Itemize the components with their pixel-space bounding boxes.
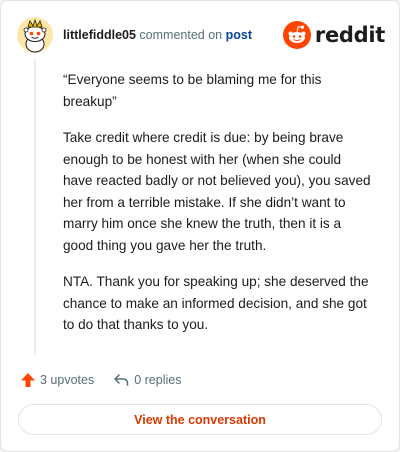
comment-paragraph: “Everyone seems to be blaming me for thi… [63,72,322,109]
snoo-avatar-icon [17,17,53,53]
comment-header: littlefiddle05 commented on post reddit [17,17,385,53]
byline-action: commented on [139,28,223,42]
reply-button[interactable]: 0 replies [112,371,181,389]
reddit-logo[interactable]: reddit [282,21,385,49]
reddit-logo-icon [282,21,311,49]
reddit-wordmark: reddit [314,23,385,47]
header-byline: littlefiddle05 commented on post [63,27,252,43]
comment-body: “Everyone seems to be blaming me for thi… [63,69,373,351]
comment-footer: 3 upvotes 0 replies [19,369,181,391]
username[interactable]: littlefiddle05 [63,28,136,42]
comment-paragraph: Take credit where credit is due: by bein… [63,130,371,253]
upvote-button[interactable]: 3 upvotes [19,371,94,389]
post-link[interactable]: post [226,28,252,42]
view-conversation-button[interactable]: View the conversation [18,404,382,435]
thread-line [34,59,36,355]
reply-count: 0 replies [134,373,182,387]
user-avatar[interactable] [17,17,53,53]
upvote-count: 3 upvotes [40,373,95,387]
reply-arrow-icon [114,374,129,386]
comment-card: littlefiddle05 commented on post reddit … [0,0,400,452]
comment-paragraph: NTA. Thank you for speaking up; she dese… [63,274,369,332]
upvote-arrow-icon [21,373,35,387]
